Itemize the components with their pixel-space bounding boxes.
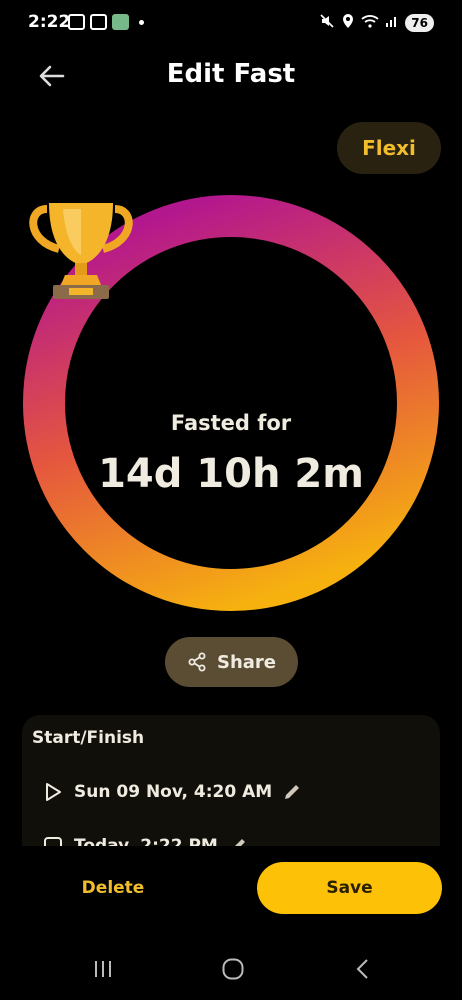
home-icon	[222, 958, 244, 980]
end-time-row[interactable]: Today, 2:22 PM	[42, 835, 248, 846]
start-time-row[interactable]: Sun 09 Nov, 4:20 AM	[42, 781, 302, 803]
play-icon	[46, 783, 61, 801]
delete-button[interactable]: Delete	[60, 862, 166, 914]
progress-ring: Fasted for 14d 10h 2m	[23, 195, 439, 611]
calendar-icon	[68, 14, 85, 30]
edit-icon[interactable]	[282, 782, 302, 802]
page-title: Edit Fast	[166, 59, 296, 89]
start-finish-card: Start/Finish Sun 09 Nov, 4:20 AM Today, …	[22, 715, 440, 846]
status-notification-icons	[68, 14, 144, 30]
share-icon	[188, 652, 206, 672]
mute-icon	[319, 13, 335, 33]
fasted-label: Fasted for	[170, 411, 292, 435]
status-time: 2:22	[28, 12, 71, 32]
screenshot-icon	[90, 14, 107, 30]
fasted-duration: 14d 10h 2m	[98, 451, 364, 497]
status-system-icons: 76	[319, 13, 434, 33]
notification-dot-icon	[139, 19, 144, 25]
edit-icon[interactable]	[228, 836, 248, 846]
status-bar: 2:22 76	[0, 0, 462, 46]
back-nav-button[interactable]	[343, 954, 383, 984]
chevron-left-icon	[356, 959, 368, 979]
save-button[interactable]: Save	[257, 862, 442, 914]
battery-indicator: 76	[405, 14, 434, 32]
plan-badge[interactable]: Flexi	[337, 122, 441, 174]
system-navigation-bar	[0, 940, 462, 1000]
start-time: Sun 09 Nov, 4:20 AM	[74, 782, 273, 802]
share-button[interactable]: Share	[165, 637, 298, 687]
share-label: Share	[216, 651, 276, 673]
location-icon	[341, 13, 355, 33]
wifi-icon	[361, 14, 379, 32]
trophy-icon	[29, 203, 133, 299]
home-button[interactable]	[213, 954, 253, 984]
signal-icon	[385, 14, 399, 32]
end-time: Today, 2:22 PM	[74, 836, 218, 846]
recent-apps-button[interactable]	[83, 954, 123, 984]
recent-apps-icon	[95, 961, 111, 977]
app-icon	[112, 14, 129, 30]
card-title: Start/Finish	[32, 728, 145, 748]
stop-icon	[44, 837, 62, 846]
